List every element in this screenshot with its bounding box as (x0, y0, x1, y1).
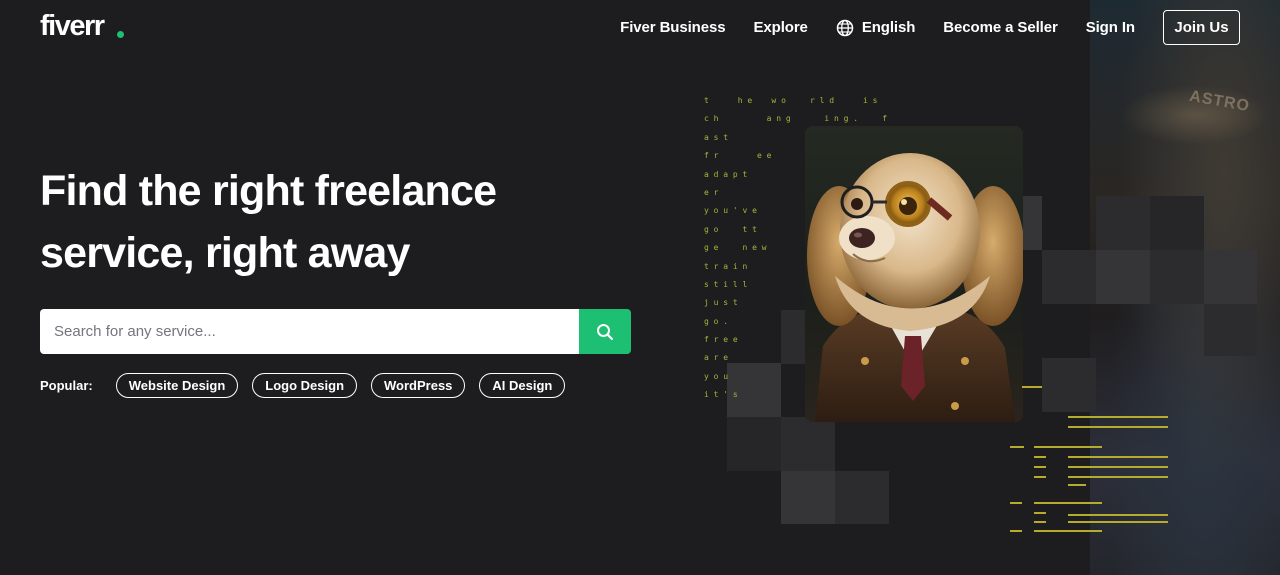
deco-line (1068, 514, 1168, 516)
deco-line (1010, 446, 1024, 448)
search-button[interactable] (579, 309, 631, 354)
search-icon (597, 323, 614, 340)
nav-become-seller[interactable]: Become a Seller (943, 19, 1058, 36)
pixel-block (1204, 304, 1257, 356)
pixel-block (1042, 250, 1096, 304)
deco-line (1034, 512, 1046, 514)
deco-line (1068, 484, 1086, 486)
fiverr-homepage: ASTRO t h e w o r l d i sc h a n g i n g… (0, 0, 1280, 575)
deco-line (1034, 466, 1046, 468)
hero-title-line-2: service, right away (40, 229, 410, 277)
deco-line (1022, 386, 1042, 388)
deco-line (1034, 446, 1102, 448)
top-nav: Fiver Business Explore English Become a … (620, 10, 1240, 45)
search-input[interactable] (40, 309, 579, 354)
deco-line (1034, 521, 1046, 523)
nav-language[interactable]: English (836, 19, 915, 37)
deco-line (1034, 530, 1102, 532)
popular-tags: Popular: Website Design Logo Design Word… (40, 373, 579, 398)
popular-label: Popular: (40, 378, 93, 393)
tag-wordpress[interactable]: WordPress (371, 373, 466, 398)
hero-title-line-1: Find the right freelance (40, 167, 497, 215)
nav-fiverr-business[interactable]: Fiver Business (620, 19, 725, 36)
pixel-block (1096, 196, 1150, 250)
deco-line (1068, 466, 1168, 468)
tag-ai-design[interactable]: AI Design (479, 373, 566, 398)
pixel-block (1150, 196, 1204, 250)
pixel-block (1150, 250, 1204, 304)
hero-title: Find the right freelance service, right … (40, 160, 600, 284)
deco-line (1034, 476, 1046, 478)
tag-logo-design[interactable]: Logo Design (252, 373, 358, 398)
deco-line (1010, 530, 1022, 532)
pixel-block (835, 471, 889, 524)
join-button[interactable]: Join Us (1163, 10, 1240, 45)
deco-line (1068, 476, 1168, 478)
logo-dot (117, 31, 124, 38)
deco-line (1068, 521, 1168, 523)
pixel-block (1204, 250, 1257, 304)
deco-line (1068, 426, 1168, 428)
deco-line (1034, 456, 1046, 458)
language-label: English (861, 19, 916, 36)
deco-line (1034, 502, 1102, 504)
pixel-block (1096, 250, 1150, 304)
code-line: t h e w o r l d i s (704, 96, 878, 105)
pixel-block (1042, 358, 1096, 412)
nav-explore[interactable]: Explore (753, 19, 807, 36)
nav-sign-in[interactable]: Sign In (1086, 19, 1135, 36)
pixel-block (781, 417, 835, 471)
globe-icon (836, 19, 854, 36)
tag-website-design[interactable]: Website Design (115, 373, 239, 398)
deco-line (1010, 502, 1022, 504)
fiverr-logo[interactable]: fiverr (40, 10, 105, 42)
search-bar (40, 309, 631, 354)
deco-line (1068, 416, 1168, 418)
pixel-block (781, 471, 835, 524)
dog-portrait-image (805, 126, 1023, 422)
pixel-block (727, 417, 781, 471)
deco-line (1068, 456, 1168, 458)
